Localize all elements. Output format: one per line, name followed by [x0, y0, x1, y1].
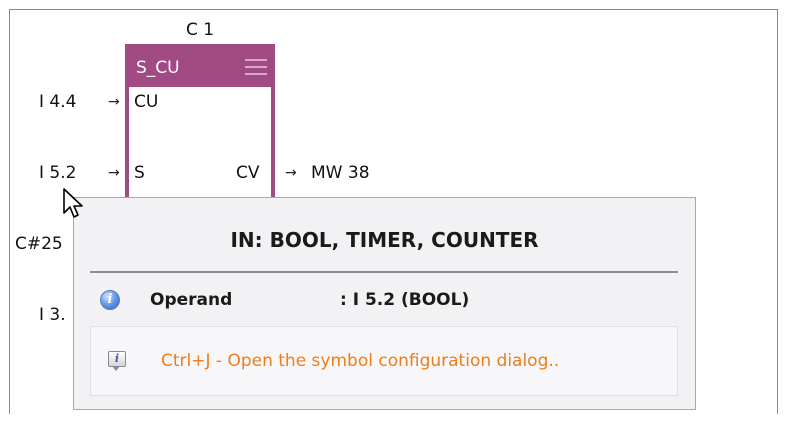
s-pin-label: S — [134, 163, 145, 183]
hint-text[interactable]: Ctrl+J - Open the symbol configuration d… — [161, 351, 559, 371]
info-icon — [100, 290, 120, 310]
hint-icon — [108, 351, 126, 371]
cu-arrow-icon: → — [108, 94, 120, 110]
s-arrow-icon: → — [108, 165, 120, 181]
s-operand[interactable]: I 5.2 — [39, 163, 76, 183]
tooltip-hint[interactable]: Ctrl+J - Open the symbol configuration d… — [90, 326, 678, 396]
cu-pin-label: CU — [134, 92, 159, 112]
pv-operand[interactable]: C#25 — [15, 234, 63, 254]
operand-tooltip: IN: BOOL, TIMER, COUNTER Operand : I 5.2… — [73, 197, 696, 410]
cv-pin-label: CV — [236, 163, 260, 183]
cv-operand[interactable]: MW 38 — [311, 163, 370, 183]
operand-label: Operand — [150, 290, 233, 310]
operand-value: : I 5.2 (BOOL) — [340, 290, 470, 310]
hamburger-icon[interactable] — [245, 57, 267, 77]
r-operand[interactable]: I 3. — [39, 305, 66, 325]
cv-arrow-icon: → — [285, 165, 297, 181]
cu-operand[interactable]: I 4.4 — [39, 92, 76, 112]
block-instance-name[interactable]: C 1 — [186, 20, 214, 40]
tooltip-title: IN: BOOL, TIMER, COUNTER — [230, 228, 539, 252]
block-type-name: S_CU — [136, 58, 180, 78]
tooltip-divider — [90, 271, 678, 273]
mouse-pointer-icon — [63, 188, 83, 218]
ladder-editor-canvas[interactable]: C 1 S_CU I 4.4 → CU I 5.2 → S CV → MW 38… — [0, 0, 787, 423]
